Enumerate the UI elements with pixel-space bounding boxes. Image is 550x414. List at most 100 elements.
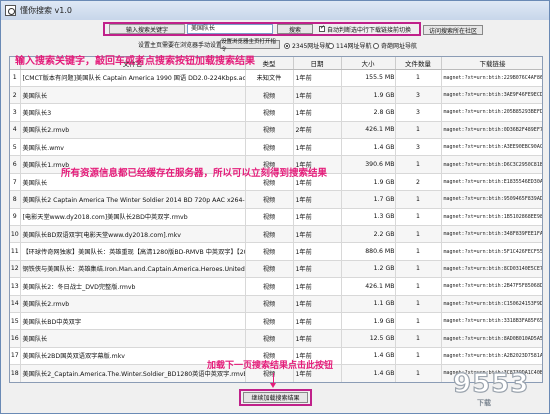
cell-file-count: 3	[395, 86, 442, 105]
column-header-link[interactable]: 下载链接	[441, 57, 542, 70]
cell-filename: 美国队长	[20, 329, 246, 348]
cell-size: 155.5 MB	[341, 69, 396, 87]
cell-size: 1.4 GB	[341, 364, 396, 382]
cell-date: 1年前	[293, 277, 342, 296]
cell-link: magnet:?xt=urn:btih:205B85293BEFD5E8FA46…	[441, 103, 542, 122]
cell-link: magnet:?xt=urn:btih:8AD0B010AD5A56D8EBC6…	[441, 329, 542, 348]
table-row[interactable]: 13 美国队长2：冬日战士_DVD完整版.rmvb 视频 1年前 426.1 MB 1 ma…	[10, 277, 542, 296]
cell-filename: 梦幻天堂·龙网(lwgod.com).1080p.美国队长1+2_已修复	[20, 382, 245, 383]
results-table: 文件名 类型 日期 大小 文件数量 下载链接 1 [CMCT版本有问题]美国队长 …	[9, 56, 543, 383]
cell-filename: 美国队长2：冬日战士_DVD完整版.rmvb	[20, 277, 246, 296]
cell-date: 1年前	[293, 260, 342, 279]
cell-type: 视频	[245, 260, 294, 279]
watermark-logo: 9553	[452, 368, 530, 399]
table-row[interactable]: 5 美国队长.wmv 视频 1年前 1.4 GB 3 magnet:?xt=urn:btih…	[10, 138, 542, 157]
table-row[interactable]: 15 美国队长BD中英双字 视频 1年前 1.9 GB 1 magnet:?xt=urn:b…	[10, 312, 542, 331]
window-title: 懂你搜索 v1.0	[20, 6, 72, 15]
table-row[interactable]: 3 美国队长3 视频 1年前 2.8 GB 3 magnet:?xt=urn:btih:20…	[10, 103, 542, 122]
cell-index: 11	[10, 242, 21, 261]
auto-switch-checkbox[interactable]: 自动判断选中行下载链接前切换	[319, 24, 411, 34]
cell-size: 880.6 MB	[341, 242, 396, 261]
app-window: 懂你搜索 v1.0 输入搜索关键字 美国队长 搜索 自动判断选中行下载链接前切换…	[0, 0, 550, 414]
cell-type: 视频	[245, 121, 294, 140]
cell-index: 19	[10, 382, 20, 383]
table-row[interactable]: 11 【环球传奇网独家】美国队长：英雄重现【高清1280版BD-RMVB 中英双字…	[10, 242, 542, 261]
cell-type: 视频	[245, 138, 294, 157]
cell-size: 426.1 MB	[341, 121, 396, 140]
cell-index: 3	[10, 103, 21, 122]
cell-index: 16	[10, 329, 21, 348]
title-bar: 懂你搜索 v1.0	[1, 1, 549, 20]
cell-filename: 美国队长	[20, 86, 246, 105]
cell-link: magnet:?xt=urn:btih:1B5102868EE985C67823…	[441, 208, 542, 227]
cell-file-count: 1	[395, 155, 442, 174]
watermark-sub: 下载	[477, 399, 491, 407]
cell-date: 2年前	[293, 121, 342, 140]
table-row[interactable]: 16 美国队长 视频 1年前 12.5 GB 1 magnet:?xt=urn:btih:8…	[10, 329, 542, 348]
cell-size: 390.6 MB	[341, 155, 396, 174]
annotation-load-more-tip: 加载下一页搜索结果点击此按钮	[207, 361, 334, 371]
table-row[interactable]: 8 美国队长2 Captain America The Winter Soldie…	[10, 190, 542, 209]
cell-link: magnet:?xt=urn:btih:A2B2023D7581A4B7D4A0…	[441, 347, 542, 366]
cell-index: 18	[10, 364, 21, 382]
cell-file-count: 1	[395, 295, 442, 313]
cell-date: 1年前	[293, 69, 342, 87]
cell-file-count: 1	[395, 260, 442, 279]
radio-icon	[284, 42, 290, 49]
app-icon	[5, 5, 16, 16]
table-row[interactable]: 10 美国队长BD双语双字[电影天堂www.dy2018.com].mkv 视频 1年…	[10, 225, 542, 244]
cell-file-count: 1	[395, 277, 442, 296]
cell-link: magnet:?xt=urn:btih:8CD03140E5CE77D0EB8A…	[441, 260, 542, 279]
cell-type: 视频	[245, 295, 294, 313]
nav-option-114[interactable]: 114网址导航	[328, 41, 371, 50]
radio-icon	[373, 42, 379, 49]
search-bar: 输入搜索关键字 美国队长 搜索 自动判断选中行下载链接前切换	[103, 22, 421, 36]
cell-file-count: 1	[395, 242, 442, 261]
cell-index: 13	[10, 277, 21, 296]
cell-index: 7	[10, 173, 21, 192]
table-row[interactable]: 9 [电影天堂www.dy2018.com]美国队长2BD中英双字.rmvb 视频 1…	[10, 208, 542, 227]
cell-size: 1.2 GB	[341, 260, 396, 279]
cell-filename: 钢铁侠与美国队长：英雄集结.Iron.Man.and.Captain.Ameri…	[20, 260, 246, 279]
column-header-date[interactable]: 日期	[293, 57, 342, 70]
search-input[interactable]: 美国队长	[187, 24, 273, 34]
cell-index: 2	[10, 86, 21, 105]
cell-file-count: 3	[395, 103, 442, 122]
checkbox-icon	[319, 24, 325, 32]
cell-date: 1年前	[293, 382, 341, 383]
cell-size: 2.8 GB	[341, 103, 396, 122]
annotation-search-tip: 输入搜索关键字，敲回车或者点搜索按钮加载搜索结果	[15, 56, 255, 67]
nav-option-qipa[interactable]: 奇葩网址导航	[373, 41, 417, 50]
cell-size: 1.7 GB	[341, 190, 396, 209]
cell-link: magnet:?xt=urn:btih:3AE9F46FE9ECD417E00A…	[441, 86, 542, 105]
nav-option-2345[interactable]: 2345网址导航	[284, 41, 331, 50]
cell-index: 5	[10, 138, 21, 157]
load-more-highlight: 继续加载搜索结果	[239, 389, 312, 406]
annotation-cache-tip: 所有资源信息都已经缓存在服务器，所以可以立刻得到搜索结果	[61, 168, 328, 179]
cell-file-count: 1	[395, 382, 441, 383]
column-header-file-count[interactable]: 文件数量	[395, 57, 442, 70]
table-row[interactable]: 12 钢铁侠与美国队长：英雄集结.Iron.Man.and.Captain.Ame…	[10, 260, 542, 279]
cell-filename: 美国队长2 Captain America The Winter Soldier…	[20, 190, 246, 209]
visit-community-button[interactable]: 访问搜索所在社区	[423, 25, 483, 35]
cell-size: 12.5 GB	[341, 329, 396, 348]
column-header-size[interactable]: 大小	[341, 57, 396, 70]
table-row[interactable]: 14 美国队长2.rmvb 视频 1年前 1.1 GB 1 magnet:?xt=urn:b…	[10, 295, 542, 313]
cell-size: 1.9 GB	[341, 173, 396, 192]
cell-date: 1年前	[293, 295, 342, 313]
down-arrow-icon	[270, 373, 276, 388]
cell-filename: 美国队长BD中英双字	[20, 312, 246, 331]
cell-index: 1	[10, 69, 21, 87]
table-row[interactable]: 2 美国队长 视频 1年前 1.9 GB 3 magnet:?xt=urn:btih:3AE…	[10, 86, 542, 105]
cell-date: 1年前	[293, 86, 342, 105]
search-button[interactable]: 搜索	[277, 24, 313, 34]
cell-size: 2.2 GB	[341, 225, 396, 244]
table-row[interactable]: 1 [CMCT版本有问题]美国队长 Captain America 1990 国语…	[10, 69, 542, 87]
load-more-button[interactable]: 继续加载搜索结果	[243, 392, 308, 403]
cell-size: 1.9 GB	[341, 86, 396, 105]
table-row[interactable]: 4 美国队长2.rmvb 视频 2年前 426.1 MB 1 magnet:?xt=urn:…	[10, 121, 542, 140]
cell-date: 1年前	[293, 242, 342, 261]
cell-date: 1年前	[293, 329, 342, 348]
set-homepage-button[interactable]: 设置浏览器主页打开指令	[220, 39, 280, 53]
cell-type: 视频	[245, 312, 294, 331]
